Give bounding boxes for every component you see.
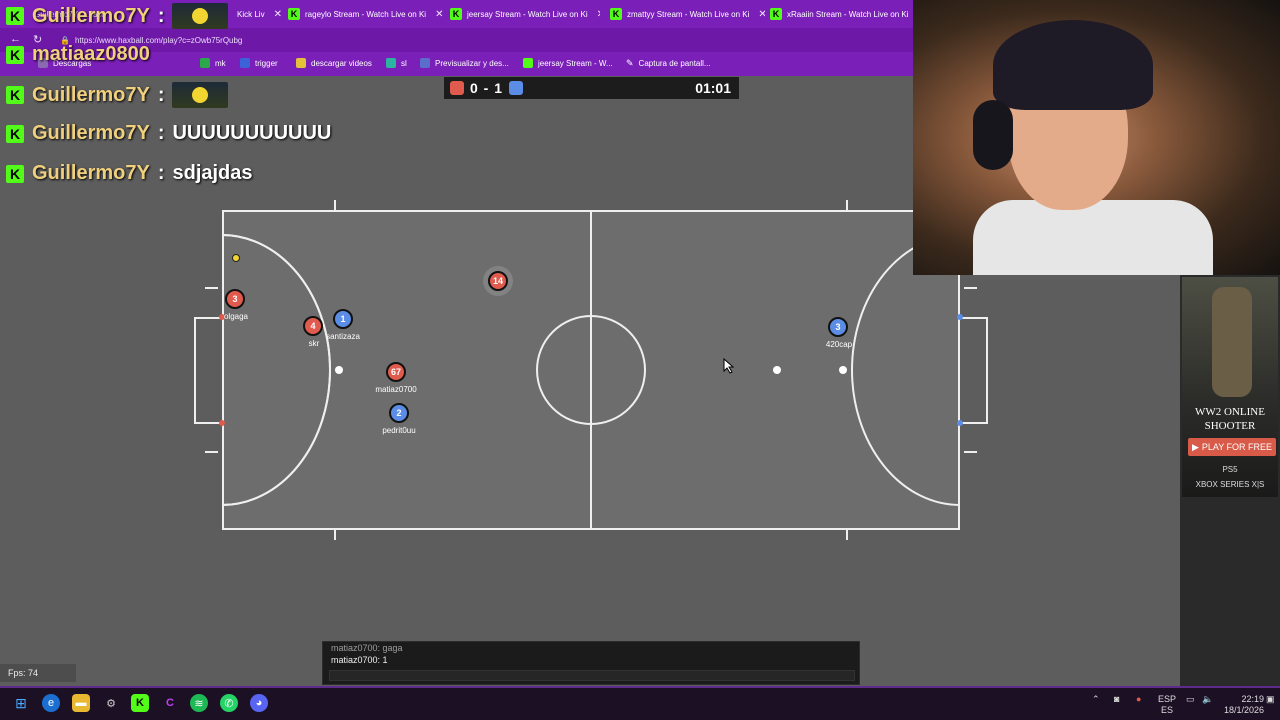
goal-post — [957, 420, 963, 426]
chat-username: Guillermo7Y — [32, 83, 150, 106]
ad-line: SHOOTER — [1204, 420, 1256, 432]
chat-username: Guillermo7Y — [32, 4, 150, 27]
chat-message: K Guillermo7Y : sdjajdas — [6, 162, 253, 185]
player-number: 3 — [835, 322, 841, 332]
player-name: matiaz0700 — [375, 385, 417, 394]
player-red-3: 3 — [225, 289, 245, 309]
chat-separator: : — [157, 83, 165, 106]
chat-username: Guillermo7Y — [32, 122, 150, 144]
lang-line: ESP — [1158, 694, 1177, 704]
chat-text: UUUUUUUUUUU — [172, 122, 332, 144]
webcam-feed — [913, 0, 1280, 275]
play-icon: ▶ — [1191, 441, 1199, 452]
mic-icon[interactable]: ● — [1136, 694, 1141, 704]
play-for-free-button[interactable]: ▶ PLAY FOR FREE — [1188, 438, 1276, 456]
player-blue-1: 1 — [333, 309, 353, 329]
notification-icon[interactable]: ▣ — [1266, 694, 1275, 705]
chat-separator: : — [157, 4, 165, 27]
player-name: 420cap — [825, 340, 853, 349]
player-red-14: 14 — [488, 271, 508, 291]
windows-start-icon[interactable]: ⊞ — [12, 694, 30, 712]
chat-username: matiaaz0800 — [32, 43, 150, 65]
chat-input[interactable] — [329, 670, 855, 681]
chat-separator: : — [157, 122, 165, 144]
game-chat: matiaz0700: gaga matiaz0700: 1 — [322, 641, 860, 685]
whatsapp-icon[interactable]: ✆ — [220, 694, 238, 712]
monitor-icon[interactable]: ▭ — [1186, 694, 1195, 705]
ps5-logo: PS5 — [1222, 465, 1238, 474]
chat-line: matiaz0700: 1 — [331, 655, 388, 665]
chat-message: K matiaaz0800 — [6, 43, 150, 66]
left-goal — [194, 317, 222, 424]
kick-icon: K — [6, 7, 24, 25]
player-name: olgaga — [223, 312, 249, 321]
chat-message: K Guillermo7Y : — [6, 3, 229, 29]
player-name: pedrit0uu — [382, 426, 416, 435]
right-goal — [960, 317, 988, 424]
player-number: 1 — [340, 314, 346, 324]
goal-post — [219, 420, 225, 426]
edge-icon[interactable]: e — [42, 694, 60, 712]
file-explorer-icon[interactable]: ▬ — [72, 694, 90, 712]
yellow-marker — [232, 254, 240, 262]
minion-emote-icon — [172, 3, 229, 29]
chat-text: sdjajdas — [172, 162, 253, 184]
goal-post — [957, 314, 963, 320]
gamepad-icon[interactable]: ◙ — [1114, 694, 1119, 704]
player-number: 4 — [310, 321, 316, 331]
screen: Guillermo7Y : ...iabr Kick Liv ✕ Krageylo… — [0, 0, 1280, 720]
spot — [335, 366, 343, 374]
settings-icon[interactable]: ⚙ — [102, 694, 120, 712]
chat-message: K Guillermo7Y : — [6, 82, 229, 108]
player-name: skr — [308, 339, 320, 348]
clock-time: 22:19 — [1241, 694, 1264, 704]
player-red-4: 4 — [303, 316, 323, 336]
chat-separator: : — [157, 162, 165, 184]
player-blue-2: 2 — [389, 403, 409, 423]
spotify-icon[interactable]: ≋ — [190, 694, 208, 712]
player-number: 14 — [492, 276, 503, 286]
player-number: 67 — [390, 367, 401, 377]
language-indicator[interactable]: ESP ES — [1158, 694, 1176, 716]
ball — [773, 366, 781, 374]
ad-line: WW2 ONLINE — [1195, 406, 1265, 418]
kick-icon: K — [6, 45, 24, 64]
kick-icon: K — [6, 86, 24, 104]
fps-counter: Fps: 74 — [0, 664, 76, 682]
volume-icon[interactable]: 🔈 — [1202, 694, 1213, 705]
player-red-67: 67 — [386, 362, 406, 382]
ad-image[interactable] — [1182, 277, 1278, 497]
player-blue-3: 3 — [828, 317, 848, 337]
kick-icon[interactable]: K — [131, 694, 149, 712]
spot — [839, 366, 847, 374]
xbox-logo: XBOX SERIES X|S — [1195, 480, 1265, 489]
ad-title: WW2 ONLINE SHOOTER — [1182, 405, 1278, 433]
chevron-up-icon[interactable]: ⌃ — [1092, 694, 1100, 705]
player-name: santizaza — [326, 332, 360, 341]
kick-icon: K — [6, 164, 24, 183]
clock[interactable]: 22:19 18/1/2026 — [1222, 694, 1264, 716]
chat-line: matiaz0700: gaga — [331, 643, 403, 653]
kick-icon: K — [6, 124, 24, 143]
cursor-icon — [723, 358, 735, 374]
c-app-icon[interactable]: C — [161, 694, 179, 712]
minion-emote-icon — [172, 82, 229, 108]
player-number: 2 — [396, 408, 402, 418]
button-label: PLAY FOR FREE — [1201, 442, 1273, 452]
player-number: 3 — [232, 294, 238, 304]
chat-message: K Guillermo7Y : UUUUUUUUUUU — [6, 122, 331, 145]
lang-line: ES — [1161, 705, 1174, 715]
discord-icon[interactable]: ◕ — [250, 694, 268, 712]
clock-date: 18/1/2026 — [1223, 705, 1264, 715]
chat-username: Guillermo7Y — [32, 162, 150, 184]
